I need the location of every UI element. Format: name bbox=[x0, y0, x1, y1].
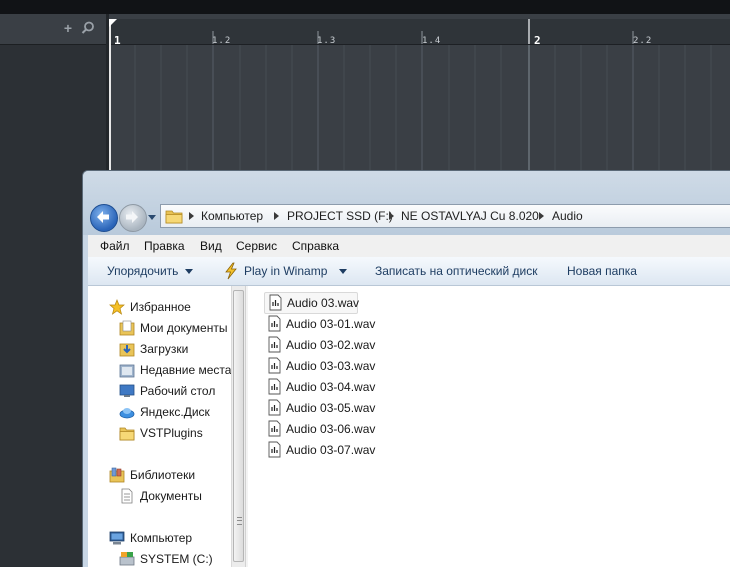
nav-vstplugins-label: VSTPlugins bbox=[140, 426, 203, 440]
navigation-scroll-thumb[interactable] bbox=[233, 290, 244, 562]
file-name: Audio 03-05.wav bbox=[286, 401, 376, 415]
file-name: Audio 03-02.wav bbox=[286, 338, 376, 352]
recent-places-icon bbox=[119, 364, 135, 378]
navigation-scrollbar[interactable] bbox=[231, 286, 245, 567]
nav-my-documents-label: Мои документы bbox=[140, 321, 228, 335]
computer-icon bbox=[109, 531, 125, 545]
menu-edit[interactable]: Правка bbox=[144, 239, 185, 253]
timeline-ruler[interactable]: 1 1.2 1.3 1.4 2 2.2 bbox=[109, 19, 730, 47]
star-icon bbox=[109, 299, 125, 315]
menu-bar: Файл Правка Вид Сервис Справка bbox=[88, 235, 730, 258]
audio-file-icon bbox=[268, 336, 281, 353]
file-name: Audio 03-01.wav bbox=[286, 317, 376, 331]
audio-file-icon bbox=[269, 294, 282, 311]
ruler-label: 1.2 bbox=[212, 36, 232, 46]
file-name: Audio 03-07.wav bbox=[286, 443, 376, 457]
add-track-icon[interactable]: + bbox=[61, 21, 75, 35]
nav-favorites-label: Избранное bbox=[130, 300, 191, 314]
play-in-winamp-button[interactable]: Play in Winamp bbox=[244, 264, 327, 278]
scroll-grip-icon bbox=[237, 517, 242, 525]
breadcrumb-separator-icon[interactable] bbox=[539, 212, 544, 220]
start-marker-icon[interactable] bbox=[109, 19, 117, 27]
folder-icon bbox=[119, 427, 135, 441]
ruler-label: 2.2 bbox=[633, 36, 653, 46]
winamp-lightning-icon bbox=[225, 262, 237, 280]
track-list-header: + bbox=[0, 14, 106, 45]
navigation-pane[interactable]: Избранное Мои документы Загрузки Недавни… bbox=[88, 286, 231, 567]
menu-help[interactable]: Справка bbox=[292, 239, 339, 253]
command-bar: Упорядочить Play in Winamp Записать на о… bbox=[88, 257, 730, 286]
organize-button[interactable]: Упорядочить bbox=[107, 264, 178, 278]
ruler-label-bar-1: 1 bbox=[114, 34, 121, 47]
nav-documents-label: Документы bbox=[140, 489, 202, 503]
new-folder-button[interactable]: Новая папка bbox=[567, 264, 637, 278]
menu-view[interactable]: Вид bbox=[200, 239, 222, 253]
ruler-label: 1.3 bbox=[317, 36, 337, 46]
yandex-disk-icon bbox=[119, 408, 135, 419]
nav-computer-label: Компьютер bbox=[130, 531, 193, 545]
breadcrumb-separator-icon[interactable] bbox=[389, 212, 394, 220]
nav-desktop-label: Рабочий стол bbox=[140, 384, 216, 398]
explorer-title-frame: Компьютер PROJECT SSD (F:) NE OSTAVLYAJ … bbox=[83, 171, 730, 235]
file-name: Audio 03-04.wav bbox=[286, 380, 376, 394]
breadcrumb-audio[interactable]: Audio bbox=[552, 209, 583, 223]
desktop-icon bbox=[119, 384, 135, 397]
explorer-window: Компьютер PROJECT SSD (F:) NE OSTAVLYAJ … bbox=[82, 170, 730, 567]
play-in-winamp-dropdown-icon[interactable] bbox=[339, 269, 347, 274]
nav-libraries-label: Библиотеки bbox=[130, 468, 196, 482]
breadcrumb-computer[interactable]: Компьютер bbox=[201, 209, 263, 223]
breadcrumb-separator-icon[interactable] bbox=[274, 212, 279, 220]
nav-downloads-label: Загрузки bbox=[140, 342, 189, 356]
file-name: Audio 03-03.wav bbox=[286, 359, 376, 373]
organize-dropdown-icon[interactable] bbox=[185, 269, 193, 274]
arrow-right-icon bbox=[126, 211, 138, 223]
menu-tools[interactable]: Сервис bbox=[236, 239, 277, 253]
file-name: Audio 03-06.wav bbox=[286, 422, 376, 436]
ruler-label-bar-2: 2 bbox=[534, 34, 541, 47]
file-name: Audio 03.wav bbox=[287, 296, 360, 310]
libraries-icon bbox=[109, 467, 125, 483]
recent-pages-dropdown-icon[interactable] bbox=[147, 211, 157, 223]
audio-file-icon bbox=[268, 441, 281, 458]
breadcrumb-project-folder[interactable]: NE OSTAVLYAJ Cu 8.020 bbox=[401, 209, 539, 223]
downloads-folder-icon bbox=[119, 343, 135, 357]
nav-system-drive-label: SYSTEM (C:) bbox=[140, 552, 213, 566]
menu-file[interactable]: Файл bbox=[100, 239, 130, 253]
search-icon[interactable] bbox=[80, 20, 96, 36]
daw-top-bar bbox=[0, 0, 730, 14]
file-list[interactable]: Audio 03.wav Audio 03-01.wav Audio 03-02… bbox=[248, 286, 730, 567]
folder-icon bbox=[165, 210, 183, 224]
back-button[interactable] bbox=[90, 204, 118, 232]
breadcrumb-drive[interactable]: PROJECT SSD (F:) bbox=[287, 209, 393, 223]
breadcrumb-separator-icon[interactable] bbox=[189, 212, 194, 220]
document-icon bbox=[121, 488, 133, 504]
burn-to-disc-button[interactable]: Записать на оптический диск bbox=[375, 264, 538, 278]
documents-folder-icon bbox=[119, 320, 135, 336]
audio-file-icon bbox=[268, 399, 281, 416]
forward-button[interactable] bbox=[119, 204, 147, 232]
arrow-left-icon bbox=[97, 211, 109, 223]
nav-recent-places-label: Недавние места bbox=[140, 363, 232, 377]
audio-file-icon bbox=[268, 357, 281, 374]
audio-file-icon bbox=[268, 378, 281, 395]
audio-file-icon bbox=[268, 420, 281, 437]
file-item[interactable]: Audio 03.wav bbox=[264, 292, 360, 314]
drive-icon bbox=[119, 552, 135, 566]
nav-yandex-disk-label: Яндекс.Диск bbox=[140, 405, 210, 419]
ruler-label: 1.4 bbox=[422, 36, 442, 46]
audio-file-icon bbox=[268, 315, 281, 332]
address-bar[interactable]: Компьютер PROJECT SSD (F:) NE OSTAVLYAJ … bbox=[160, 204, 730, 228]
